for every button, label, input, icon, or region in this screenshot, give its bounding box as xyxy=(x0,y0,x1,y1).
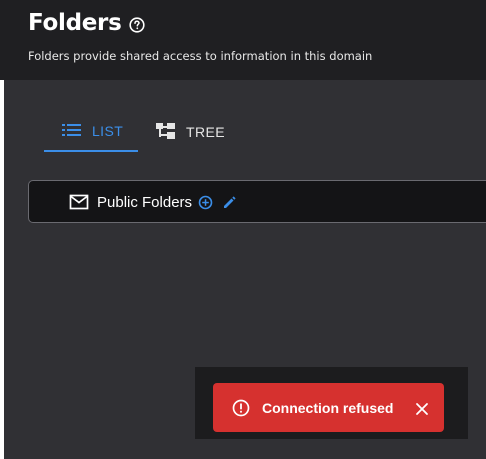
tab-list[interactable]: LIST xyxy=(44,112,138,152)
close-icon[interactable] xyxy=(415,401,429,415)
page-subtitle: Folders provide shared access to informa… xyxy=(28,49,373,63)
folder-name[interactable]: Public Folders xyxy=(97,194,192,211)
help-circle-icon[interactable] xyxy=(129,16,146,33)
title-row: Folders xyxy=(28,8,146,38)
tree-icon xyxy=(156,122,176,143)
view-tabs: LIST TREE xyxy=(44,112,243,152)
error-circle-icon xyxy=(232,399,250,417)
tab-list-label: LIST xyxy=(92,123,124,139)
error-toast: Connection refused xyxy=(213,383,444,432)
page-title: Folders xyxy=(28,10,122,36)
folder-list-item[interactable]: Public Folders xyxy=(28,180,486,223)
mail-icon xyxy=(69,194,89,210)
tab-tree[interactable]: TREE xyxy=(138,112,243,152)
add-circle-icon[interactable] xyxy=(198,195,213,210)
tab-tree-label: TREE xyxy=(186,124,225,140)
list-icon xyxy=(62,123,82,140)
folder-row: Public Folders xyxy=(69,192,237,212)
edit-pencil-icon[interactable] xyxy=(222,195,237,210)
toast-message: Connection refused xyxy=(262,399,394,416)
